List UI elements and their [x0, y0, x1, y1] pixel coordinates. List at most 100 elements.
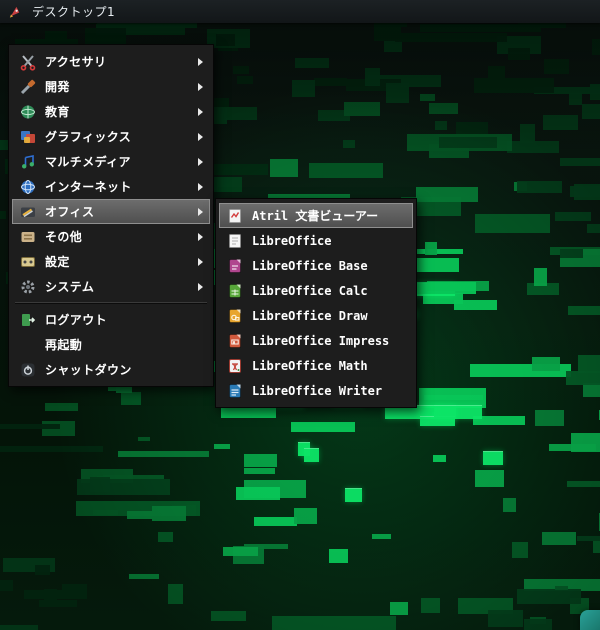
settings-icon: [19, 253, 37, 271]
wallpaper-block: [384, 41, 402, 52]
wallpaper-block: [517, 589, 581, 604]
wallpaper-block: [416, 187, 478, 202]
wallpaper-block: [390, 602, 408, 615]
submenu-item-libreoffice-math[interactable]: LibreOffice Math: [219, 353, 413, 378]
wallpaper-block: [314, 78, 347, 86]
wallpaper-block: [567, 481, 600, 487]
wallpaper-block: [488, 66, 505, 84]
wallpaper-block: [583, 383, 600, 397]
shutdown-icon: [19, 361, 37, 379]
libreoffice-math-icon: [226, 357, 244, 375]
wallpaper-block: [343, 140, 355, 148]
wallpaper-block: [344, 102, 380, 116]
wallpaper-block: [421, 598, 440, 613]
submenu-item-label: LibreOffice: [252, 233, 332, 248]
menu-item-system[interactable]: システム: [12, 274, 210, 299]
wallpaper-block: [454, 300, 497, 310]
wallpaper-block: [434, 405, 456, 419]
wallpaper-block: [24, 590, 87, 599]
submenu-item-label: Atril 文書ビューアー: [252, 209, 379, 223]
wallpaper-block: [543, 115, 578, 130]
wallpaper-block: [590, 84, 600, 100]
menu-item-multimedia[interactable]: マルチメディア: [12, 149, 210, 174]
wallpaper-block: [420, 94, 435, 101]
submenu-item-label: LibreOffice Base: [252, 258, 368, 273]
submenu-item-libreoffice-draw[interactable]: LibreOffice Draw: [219, 303, 413, 328]
wallpaper-block: [237, 76, 253, 84]
wallpaper-block: [216, 34, 235, 46]
taskbar[interactable]: デスクトップ1: [0, 0, 600, 23]
wallpaper-block: [413, 258, 459, 272]
submenu-arrow-icon: [198, 57, 203, 66]
menu-item-shutdown[interactable]: シャットダウン: [12, 357, 210, 382]
wallpaper-block: [345, 488, 362, 502]
desktop-pager-label[interactable]: デスクトップ1: [32, 3, 115, 20]
wallpaper-block: [592, 39, 600, 55]
wallpaper-block: [593, 541, 600, 553]
wallpaper-block: [429, 103, 458, 114]
wallpaper-block: [0, 625, 38, 630]
wallpaper-block: [223, 547, 258, 556]
wallpaper-block: [542, 532, 576, 545]
wallpaper-block: [566, 371, 600, 385]
menu-item-office[interactable]: オフィス: [12, 199, 210, 224]
menu-item-label: ログアウト: [45, 313, 108, 327]
wallpaper-block: [582, 104, 600, 119]
wallpaper-block: [0, 211, 6, 219]
menu-item-education[interactable]: 教育: [12, 99, 210, 124]
wallpaper-block: [386, 83, 409, 103]
submenu-arrow-icon: [198, 207, 203, 216]
wallpaper-block: [45, 403, 78, 411]
wallpaper-block: [270, 159, 298, 177]
wallpaper-block: [483, 451, 503, 465]
menu-item-label: システム: [45, 280, 95, 294]
submenu-item-libreoffice-calc[interactable]: LibreOffice Calc: [219, 278, 413, 303]
office-submenu: Atril 文書ビューアー LibreOffice LibreOffice Ba…: [215, 198, 417, 408]
submenu-item-libreoffice-base[interactable]: LibreOffice Base: [219, 253, 413, 278]
submenu-arrow-icon: [198, 282, 203, 291]
libreoffice-impress-icon: [226, 332, 244, 350]
submenu-item-libreoffice-impress[interactable]: LibreOffice Impress: [219, 328, 413, 353]
menu-item-restart[interactable]: 再起動: [12, 332, 210, 357]
wallpaper-block: [456, 122, 488, 134]
menu-item-logout[interactable]: ログアウト: [12, 307, 210, 332]
wallpaper-block: [439, 137, 497, 148]
wallpaper-block: [535, 410, 564, 426]
wallpaper-block: [425, 242, 437, 255]
wallpaper-block: [560, 249, 583, 258]
wallpaper-block: [372, 534, 391, 539]
submenu-item-atril[interactable]: Atril 文書ビューアー: [219, 203, 413, 228]
menu-item-development[interactable]: 開発: [12, 74, 210, 99]
wallpaper-block: [365, 68, 380, 86]
wallpaper-block: [555, 212, 591, 221]
submenu-item-libreoffice-writer[interactable]: LibreOffice Writer: [219, 378, 413, 403]
wallpaper-block: [254, 517, 297, 526]
wallpaper-block: [272, 616, 396, 630]
wallpaper-block: [309, 163, 383, 178]
others-icon: [19, 228, 37, 246]
wallpaper-block: [587, 224, 600, 233]
desktop-corner-icon[interactable]: [580, 610, 600, 630]
menu-item-accessories[interactable]: アクセサリ: [12, 49, 210, 74]
wallpaper-block: [520, 124, 535, 143]
menu-item-internet[interactable]: インターネット: [12, 174, 210, 199]
wallpaper-block: [512, 542, 528, 558]
submenu-arrow-icon: [198, 257, 203, 266]
menu-item-label: 再起動: [45, 338, 83, 352]
menu-item-others[interactable]: その他: [12, 224, 210, 249]
menu-item-graphics[interactable]: グラフィックス: [12, 124, 210, 149]
wallpaper-block: [295, 58, 329, 68]
atril-icon: [226, 207, 244, 225]
wallpaper-block: [0, 580, 13, 591]
accessories-icon: [19, 53, 37, 71]
education-icon: [19, 103, 37, 121]
development-icon: [19, 78, 37, 96]
internet-icon: [19, 178, 37, 196]
wallpaper-block: [214, 444, 230, 449]
submenu-arrow-icon: [198, 182, 203, 191]
submenu-item-libreoffice[interactable]: LibreOffice: [219, 228, 413, 253]
submenu-item-label: LibreOffice Impress: [252, 333, 390, 348]
menu-item-settings[interactable]: 設定: [12, 249, 210, 274]
wallpaper-block: [291, 422, 355, 432]
wallpaper-block: [549, 444, 596, 451]
